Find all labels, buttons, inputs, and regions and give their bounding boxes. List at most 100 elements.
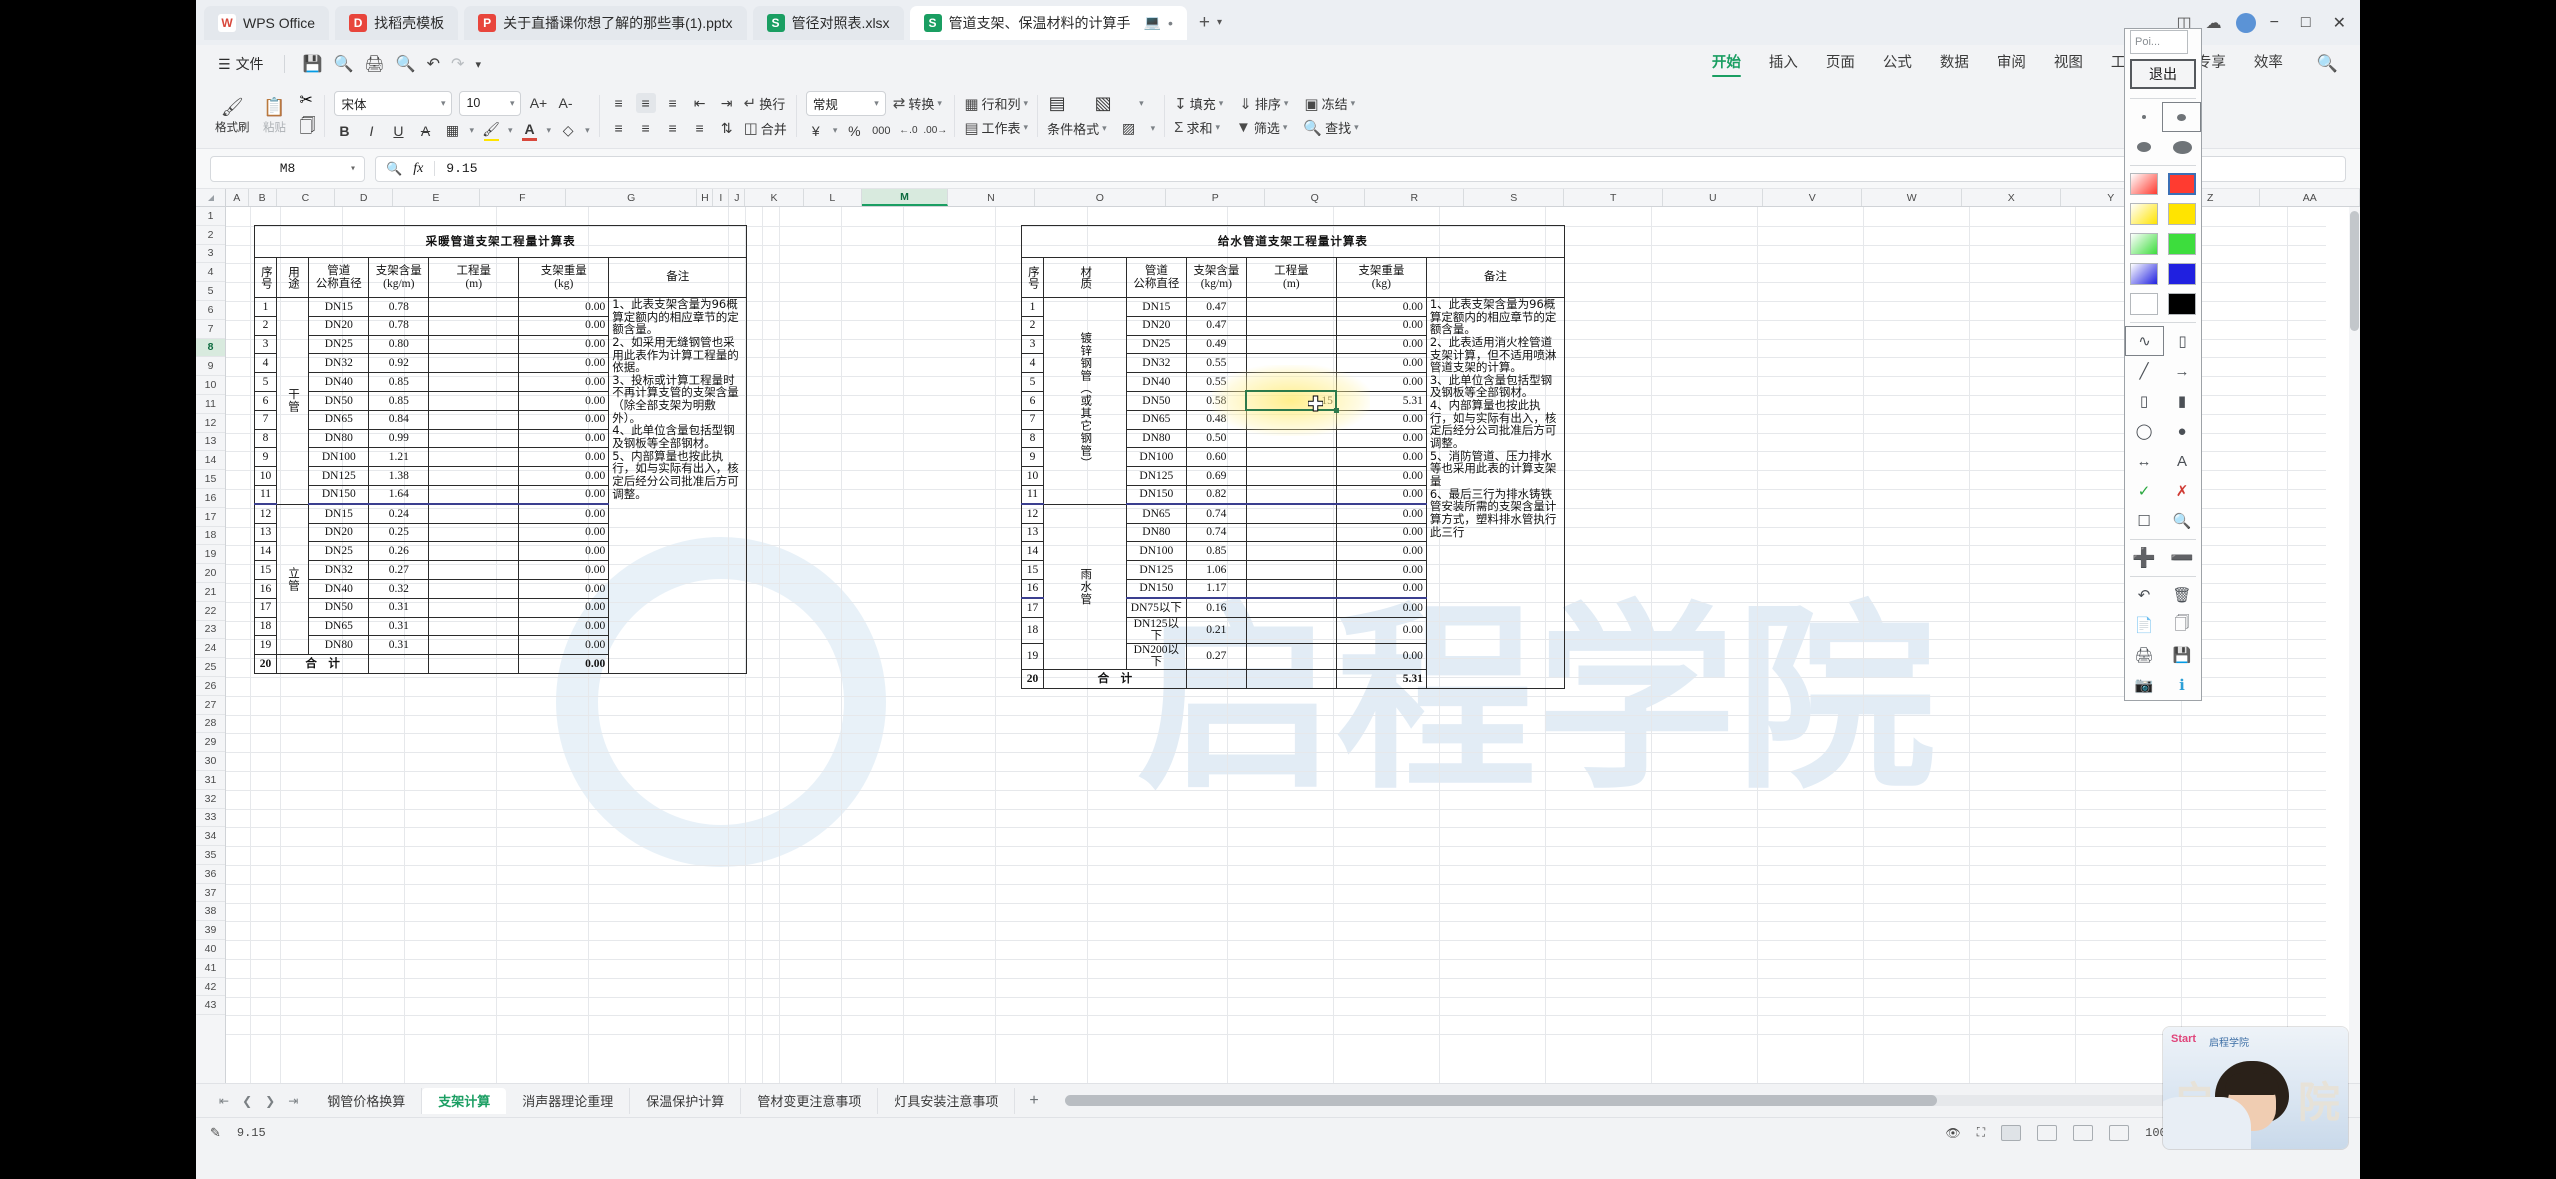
cell-quantity[interactable] [1245, 522, 1337, 543]
pen-size-l-button[interactable] [2163, 132, 2201, 162]
ribbon-tab-home[interactable]: 开始 [1711, 51, 1741, 77]
tab-xlsx-pipe-table[interactable]: S 管径对照表.xlsx [752, 5, 904, 40]
cell-support-weight[interactable]: 0.00 [1335, 315, 1427, 336]
cell-quantity[interactable] [428, 334, 520, 355]
cell-support-content[interactable]: 0.31 [368, 597, 430, 618]
row-header-39[interactable]: 39 [196, 921, 225, 941]
cell-diameter[interactable]: DN80 [1125, 428, 1187, 449]
cell-support-weight[interactable]: 0.00 [518, 353, 610, 374]
check-icon[interactable]: ✓ [2125, 476, 2163, 506]
cell-total-value[interactable]: 0.00 [518, 654, 610, 674]
column-header-R[interactable]: R [1365, 189, 1465, 206]
cell-diameter[interactable]: DN20 [308, 522, 370, 543]
cell-support-content[interactable]: 0.32 [368, 578, 430, 599]
cell-quantity[interactable] [1245, 484, 1337, 506]
cell-no[interactable]: 17 [1021, 597, 1044, 618]
cell-quantity[interactable] [428, 409, 520, 430]
cell-support-content[interactable]: 0.85 [368, 372, 430, 392]
row-header-29[interactable]: 29 [196, 733, 225, 753]
table-row[interactable]: 1 镀锌钢管（或其它钢管） DN15 0.47 0.00 1、此表支架含量为96概算定额内… [1021, 297, 1565, 689]
cell-support-weight[interactable]: 0.00 [518, 578, 610, 599]
text-icon[interactable]: A [2163, 446, 2201, 476]
row-header-18[interactable]: 18 [196, 527, 225, 546]
cell-total-label[interactable]: 合 计 [1043, 669, 1187, 689]
column-header-D[interactable]: D [335, 189, 394, 206]
cell-diameter[interactable]: DN25 [308, 334, 370, 355]
cell-support-weight[interactable]: 0.00 [518, 428, 610, 449]
text-direction-icon[interactable]: ⇅ [717, 118, 737, 138]
cell-total-quantity[interactable] [428, 654, 520, 674]
copy-icon[interactable]: 🗍 [300, 115, 316, 142]
freehand-pen-icon[interactable]: ∿ [2125, 326, 2164, 356]
decrease-decimal-icon[interactable]: .00→ [923, 121, 947, 141]
row-header-5[interactable]: 5 [196, 282, 225, 301]
cell-no[interactable]: 8 [254, 428, 277, 449]
strikethrough-button[interactable]: A [415, 121, 435, 141]
column-header-E[interactable]: E [393, 189, 480, 206]
cell-support-weight[interactable]: 0.00 [518, 484, 610, 506]
cell-support-content[interactable]: 0.25 [368, 522, 430, 543]
cell-no[interactable]: 11 [1021, 484, 1044, 506]
zoom-out-icon[interactable]: ➖ [2163, 543, 2201, 573]
minimize-button[interactable]: − [2270, 14, 2279, 32]
cell-style-icon[interactable]: ▨ [1119, 118, 1139, 138]
row-header-38[interactable]: 38 [196, 902, 225, 922]
cell-support-content[interactable]: 0.92 [368, 353, 430, 374]
cell-support-weight[interactable]: 0.00 [1335, 597, 1427, 618]
save-icon[interactable]: 💾 [303, 54, 323, 74]
row-header-20[interactable]: 20 [196, 564, 225, 583]
cell-support-weight[interactable]: 0.00 [518, 390, 610, 411]
cell-no[interactable]: 9 [1021, 447, 1044, 468]
tab-monitor-icon[interactable]: 💻 [1144, 14, 1161, 31]
cell-quantity[interactable] [1245, 447, 1337, 468]
row-header-27[interactable]: 27 [196, 696, 225, 715]
column-header-T[interactable]: T [1564, 189, 1664, 206]
cell-diameter[interactable]: DN20 [1125, 315, 1187, 336]
cell-no[interactable]: 13 [254, 522, 277, 543]
fx-label[interactable]: fx [413, 161, 423, 177]
row-header-3[interactable]: 3 [196, 245, 225, 264]
paste-button[interactable]: 📋 粘贴 [258, 97, 292, 135]
cell-quantity[interactable] [1245, 334, 1337, 355]
search-icon[interactable]: 🔍 [2317, 54, 2338, 74]
cell-support-weight[interactable]: 0.00 [1335, 297, 1427, 317]
redo-icon[interactable]: ↷ [451, 54, 464, 74]
column-header-AA[interactable]: AA [2260, 189, 2360, 206]
cell-support-content[interactable]: 0.47 [1185, 297, 1247, 317]
column-header-J[interactable]: J [729, 189, 746, 206]
cell-no[interactable]: 19 [254, 635, 277, 656]
cell-quantity[interactable] [1245, 315, 1337, 336]
cell-quantity[interactable] [428, 353, 520, 374]
cell-no[interactable]: 12 [1021, 503, 1044, 524]
cell-support-content[interactable]: 0.74 [1185, 503, 1247, 524]
cell-no[interactable]: 12 [254, 503, 277, 524]
cell-diameter[interactable]: DN32 [1125, 353, 1187, 374]
color-green-gradient-button[interactable] [2125, 229, 2163, 259]
cell-quantity[interactable] [1245, 503, 1337, 524]
cell-quantity[interactable] [428, 484, 520, 506]
cell-support-content[interactable]: 1.38 [368, 466, 430, 486]
table-style-icon[interactable]: ▧ [1093, 93, 1113, 113]
row-header-19[interactable]: 19 [196, 545, 225, 565]
cell-support-content[interactable]: 0.99 [368, 428, 430, 449]
cell-support-content[interactable]: 1.06 [1185, 560, 1247, 580]
cell-quantity[interactable] [428, 466, 520, 486]
column-header-H[interactable]: H [697, 189, 714, 206]
cell-support-weight[interactable]: 0.00 [518, 597, 610, 618]
cell-total-label[interactable]: 合 计 [275, 654, 370, 674]
align-justify-icon[interactable]: ≡ [690, 118, 710, 138]
cell-group-label[interactable]: 雨水管 [1043, 503, 1127, 671]
cell-diameter[interactable]: DN200以下 [1125, 642, 1187, 671]
sheet-tab-support-calc[interactable]: 支架计算 [422, 1087, 507, 1114]
cell-support-weight[interactable]: 0.00 [518, 616, 610, 637]
chevron-down-icon[interactable]: ▾ [833, 125, 838, 136]
cell-quantity[interactable] [428, 541, 520, 562]
row-header-41[interactable]: 41 [196, 959, 225, 978]
color-black-button[interactable] [2163, 289, 2201, 319]
sheet-tab-lamp-install[interactable]: 灯具安装注意事项 [878, 1087, 1016, 1114]
fill-color-icon[interactable]: 🖌 [481, 121, 501, 141]
pen-size-xs-button[interactable] [2125, 102, 2162, 132]
cell-no[interactable]: 11 [254, 484, 277, 506]
cell-diameter[interactable]: DN50 [308, 597, 370, 618]
row-header-1[interactable]: 1 [196, 207, 225, 226]
